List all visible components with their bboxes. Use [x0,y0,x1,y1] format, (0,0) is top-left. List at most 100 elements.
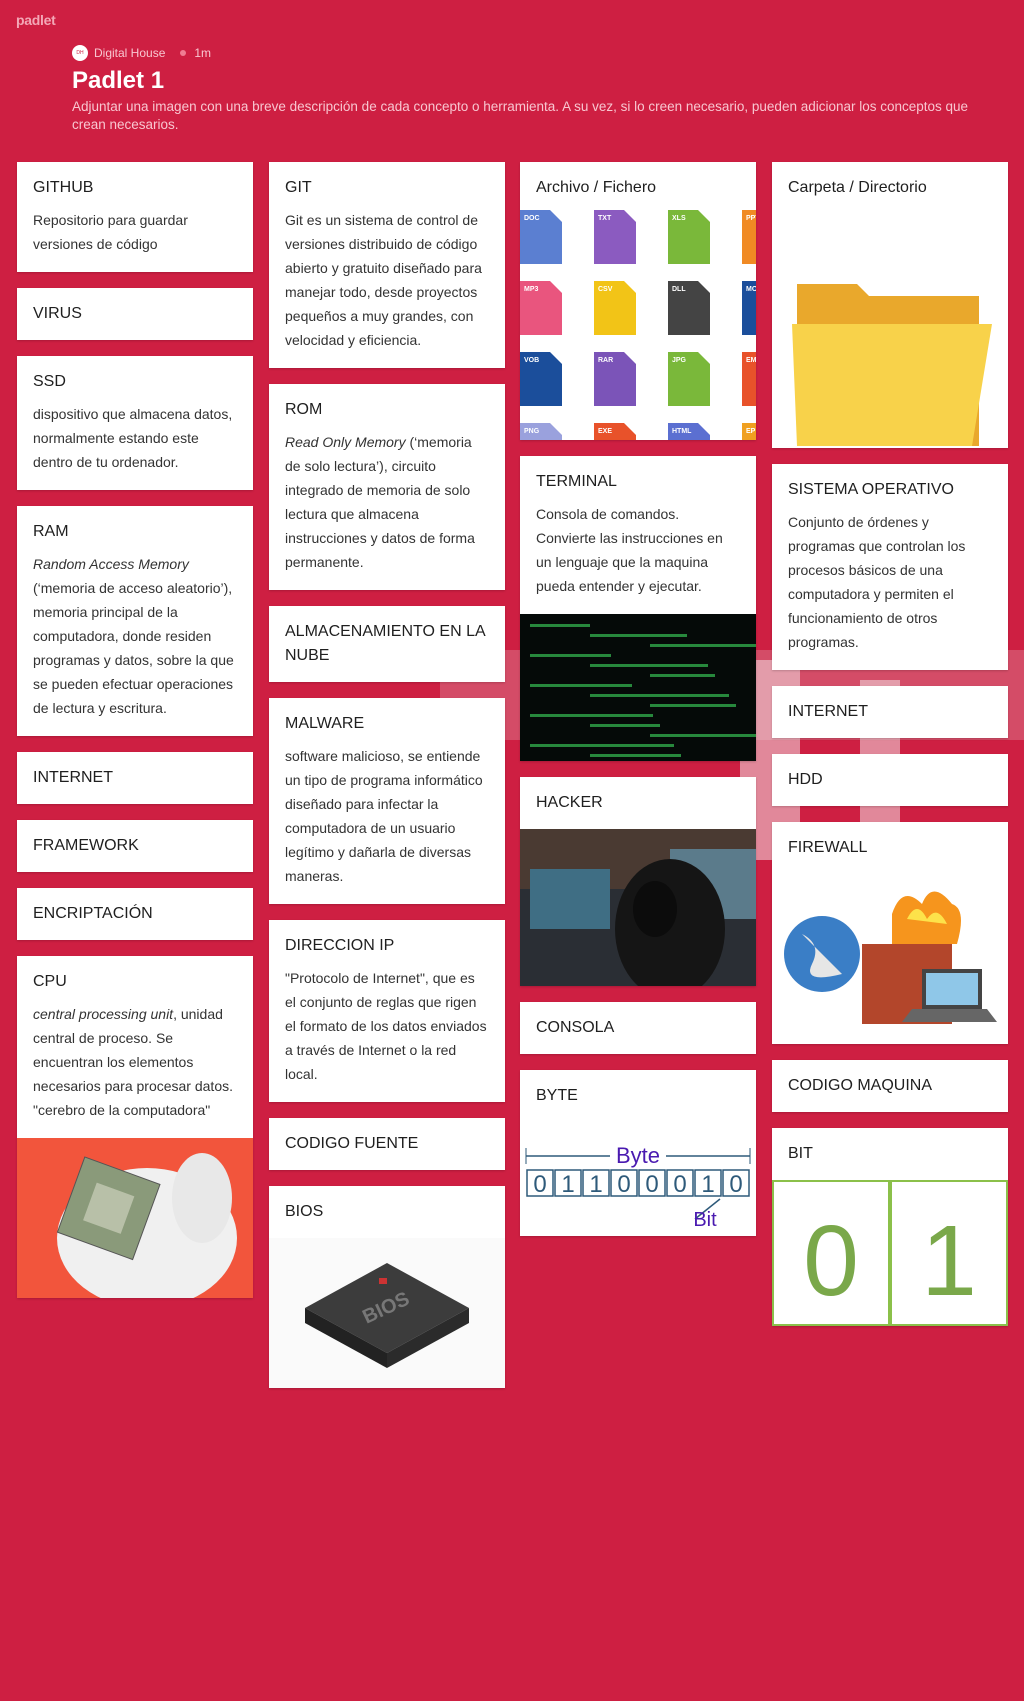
post-byte[interactable]: BYTE Byte 01100010 Bit [520,1070,756,1236]
byte-diagram: Byte 01100010 Bit [525,1143,751,1231]
file-icon-label: XLS [672,215,686,222]
post-title: BIOS [285,1203,324,1220]
post-carpeta-directorio[interactable]: Carpeta / Directorio [772,162,1008,448]
post-title: ROM [285,401,323,418]
post-title: CODIGO MAQUINA [788,1077,933,1094]
post-body: dispositivo que almacena datos, normalme… [17,402,253,490]
post-body-text: Repositorio para guardar versiones de có… [33,212,188,252]
file-icon-mo: MO [742,281,756,335]
file-icon-label: RAR [598,357,613,364]
terminal-image [520,614,756,761]
file-icon-doc: DOC [520,210,562,264]
post-title: INTERNET [33,769,113,786]
post-title: RAM [33,523,69,540]
post-hacker[interactable]: HACKER [520,777,756,986]
post-codigo-maquina[interactable]: CODIGO MAQUINA [772,1060,1008,1112]
post-malware[interactable]: MALWARE software malicioso, se entiende u… [269,698,505,904]
post-body: Random Access Memory (‘memoria de acceso… [17,552,253,736]
post-title: FIREWALL [788,839,868,856]
post-bios[interactable]: BIOS BIOS [269,1186,505,1388]
post-body: "Protocolo de Internet", que es el conju… [269,966,505,1102]
file-icon-label: HTML [672,428,692,435]
post-body-text: dispositivo que almacena datos, normalme… [33,406,233,470]
post-framework[interactable]: FRAMEWORK [17,820,253,872]
hacker-image [520,829,756,986]
file-icon-label: EM [746,357,756,364]
post-title: HDD [788,771,823,788]
post-almacenamiento-en-la-nube[interactable]: ALMACENAMIENTO EN LA NUBE [269,606,505,682]
file-icon-label: PNG [524,428,540,435]
post-terminal[interactable]: TERMINAL Consola de comandos. Convierte l… [520,456,756,761]
svg-text:0: 0 [673,1171,686,1198]
post-github[interactable]: GITHUB Repositorio para guardar versiones… [17,162,253,272]
post-title: CONSOLA [536,1019,615,1036]
post-direccion-ip[interactable]: DIRECCION IP "Protocolo de Internet", que… [269,920,505,1102]
svg-text:0: 0 [533,1171,546,1198]
bit-digit-1: 1 [921,1205,977,1317]
post-body-text: Consola de comandos. Convierte las instr… [536,506,723,594]
post-body-emphasis: Read Only Memory [285,434,406,450]
post-internet[interactable]: INTERNET [772,686,1008,738]
file-icon-rar: RAR [594,352,636,406]
post-bit[interactable]: BIT 0 1 [772,1128,1008,1326]
post-body: Repositorio para guardar versiones de có… [17,208,253,272]
post-ssd[interactable]: SSD dispositivo que almacena datos, norma… [17,356,253,490]
svg-text:0: 0 [729,1171,742,1198]
post-sistema-operativo[interactable]: SISTEMA OPERATIVO Conjunto de órdenes y p… [772,464,1008,670]
post-title: VIRUS [33,305,82,322]
column-4: Carpeta / Directorio SISTEMA OPERATIVO Co… [772,162,1008,1342]
svg-text:0: 0 [645,1171,658,1198]
post-body-text: "Protocolo de Internet", que es el conju… [285,970,487,1082]
post-title: INTERNET [788,703,868,720]
column-1: GITHUB Repositorio para guardar versiones… [17,162,253,1314]
firewall-image [772,874,1008,1044]
bit-digit-0: 0 [803,1205,859,1317]
post-codigo-fuente[interactable]: CODIGO FUENTE [269,1118,505,1170]
file-icon-ep: EP [742,423,756,440]
post-hdd[interactable]: HDD [772,754,1008,806]
post-title: CODIGO FUENTE [285,1135,419,1152]
post-title: DIRECCION IP [285,937,395,954]
author-avatar[interactable]: DH [72,45,88,61]
file-icon-label: EXE [598,428,612,435]
file-icon-label: VOB [524,357,539,364]
post-title: Carpeta / Directorio [788,179,927,196]
post-body: Consola de comandos. Convierte las instr… [520,502,756,614]
file-icon-exe: EXE [594,423,636,440]
post-cpu[interactable]: CPU central processing unit, unidad centr… [17,956,253,1298]
file-icon-txt: TXT [594,210,636,264]
post-consola[interactable]: CONSOLA [520,1002,756,1054]
file-icon-jpg: JPG [668,352,710,406]
page-title: Padlet 1 [72,67,165,94]
file-icon-csv: CSV [594,281,636,335]
folder-icon [792,284,992,446]
post-archivo-fichero[interactable]: Archivo / FicheroDOCTXTXLSPPTMP3CSVDLLMO… [520,162,756,440]
file-icon-ppt: PPT [742,210,756,264]
author-name[interactable]: Digital House [94,46,165,60]
post-internet[interactable]: INTERNET [17,752,253,804]
file-icon-label: JPG [672,357,687,364]
padlet-logo[interactable]: padlet [16,12,56,28]
post-body-emphasis: Random Access Memory [33,556,189,572]
post-title: SISTEMA OPERATIVO [788,481,954,498]
file-types-image: DOC TXT XLS PPT MP3 CSV DLL MO VOB RAR JPG EM PNG EXE… [520,210,756,440]
post-ram[interactable]: RAM Random Access Memory (‘memoria de acc… [17,506,253,736]
file-icon-png: PNG [520,423,562,440]
post-rom[interactable]: ROM Read Only Memory (‘memoria de solo le… [269,384,505,590]
post-title: FRAMEWORK [33,837,139,854]
post-virus[interactable]: VIRUS [17,288,253,340]
post-title: BYTE [536,1087,578,1104]
post-body-text: Conjunto de órdenes y programas que cont… [788,514,966,650]
file-icon-label: MP3 [524,286,539,293]
page-description: Adjuntar una imagen con una breve descri… [72,99,969,132]
author-meta: DH Digital House 1m [72,44,982,62]
post-title: MALWARE [285,715,365,732]
post-body: Conjunto de órdenes y programas que cont… [772,510,1008,670]
post-git[interactable]: GIT Git es un sistema de control de versi… [269,162,505,368]
cpu-image [17,1138,253,1298]
column-2: GIT Git es un sistema de control de versi… [269,162,505,1404]
post-encriptacion[interactable]: ENCRIPTACIÓN [17,888,253,940]
post-firewall[interactable]: FIREWALL [772,822,1008,1044]
post-body-text: , unidad central de proceso. Se encuentr… [33,1006,233,1118]
bit-label: Bit [693,1209,717,1231]
